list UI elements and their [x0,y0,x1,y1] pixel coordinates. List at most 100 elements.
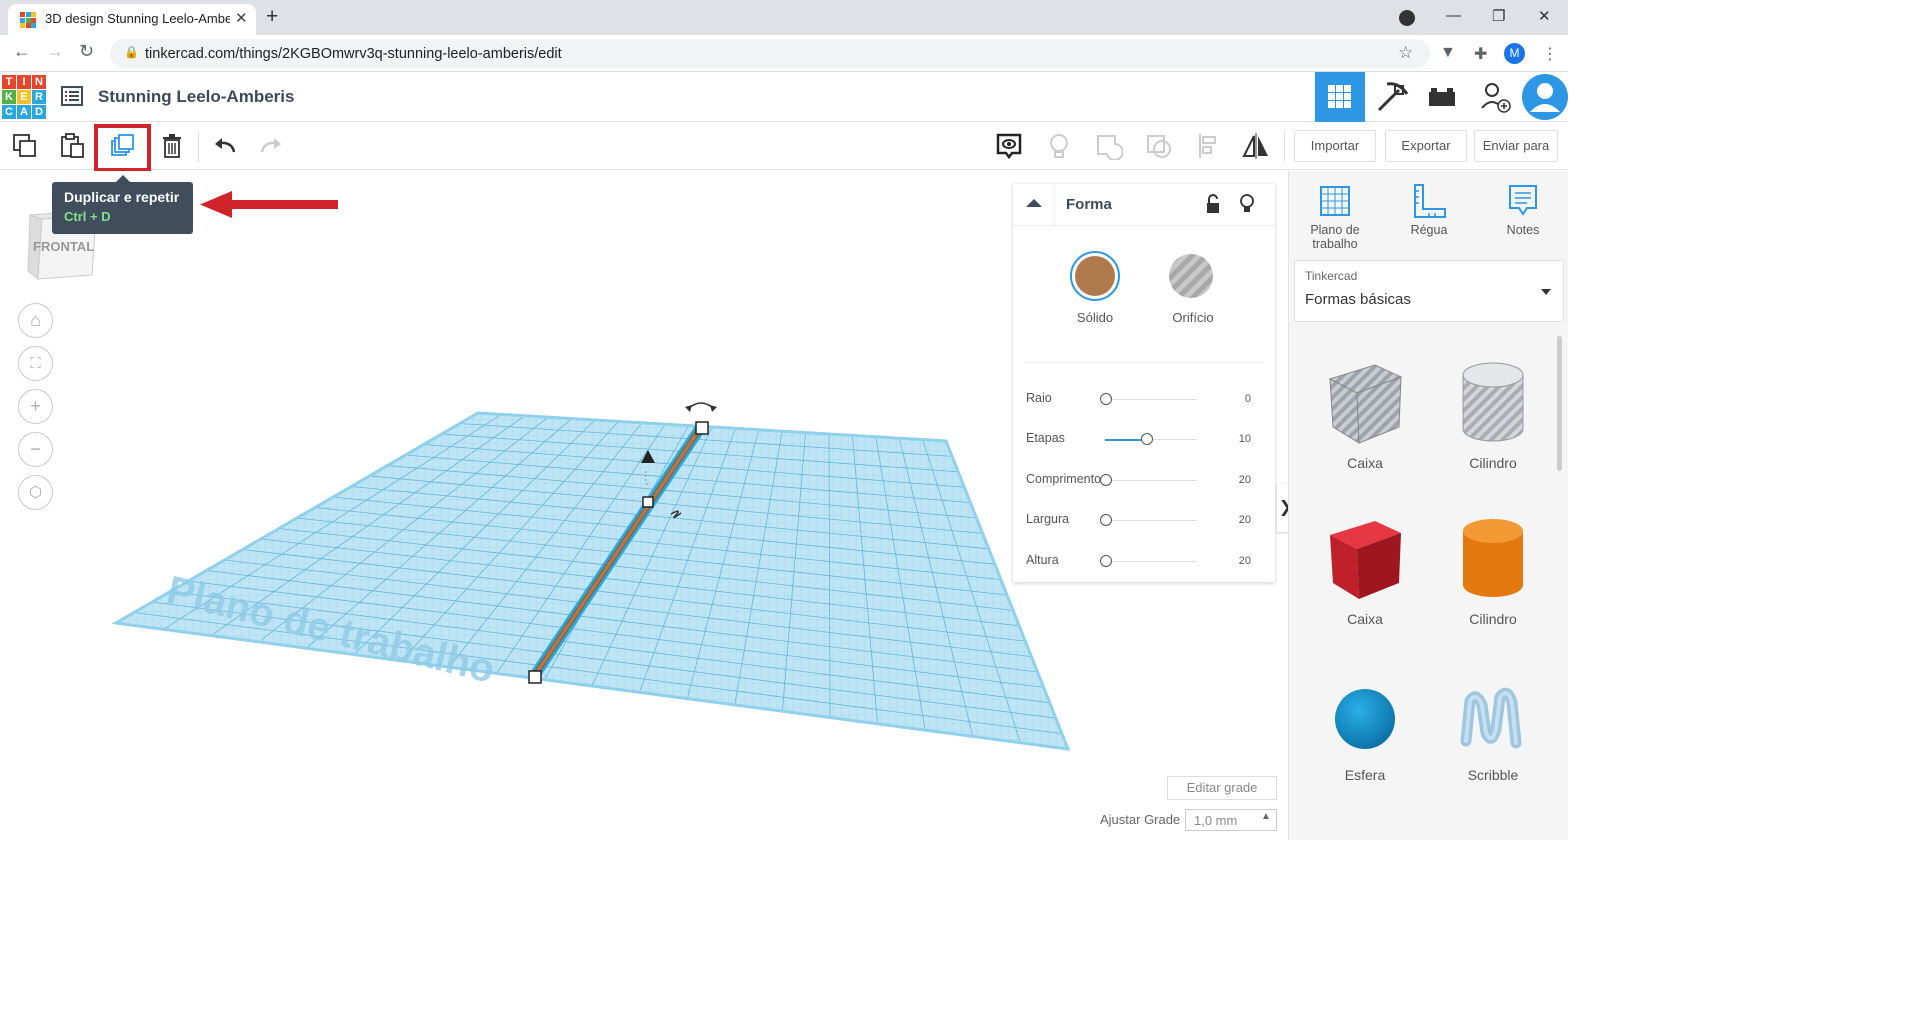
zoom-in-button[interactable]: + [18,389,53,424]
cube-icon: ⬡ [28,484,43,501]
ungroup-button[interactable] [1133,122,1183,170]
perspective-button[interactable]: ⬡ [18,475,53,510]
unlock-icon[interactable] [1205,194,1221,214]
param-slider-track[interactable] [1105,520,1197,521]
zoom-out-button[interactable]: − [18,432,53,467]
caret-up-icon: ▲ [1261,811,1271,822]
app-header: T I N K E R C A D Stunning Leelo-Amberis [0,72,1568,122]
param-value[interactable]: 20 [1227,555,1251,567]
paste-icon [61,133,84,158]
resize-handle[interactable] [695,421,709,435]
notes-toggle-button[interactable] [983,122,1033,170]
fit-view-button[interactable]: ⛶ [18,346,53,381]
ruler-tool[interactable]: Régua [1384,183,1474,237]
cylinder-orange-icon [1463,519,1523,597]
param-slider-knob[interactable] [1141,433,1154,445]
import-button[interactable]: Importar [1294,130,1376,162]
shape-cylinder-hole[interactable]: Cilindro [1438,357,1548,471]
delete-button[interactable] [148,122,196,170]
home-icon: ⌂ [30,310,41,330]
shape-label: Cilindro [1469,611,1517,627]
bricks-icon[interactable] [1417,72,1467,122]
solid-color-swatch[interactable] [1070,251,1120,301]
shape-sphere[interactable]: Esfera [1310,679,1420,783]
show-all-button[interactable] [1033,122,1083,170]
shape-cylinder[interactable]: Cilindro [1438,513,1548,627]
resize-handle[interactable] [528,670,542,684]
param-slider-knob[interactable] [1100,555,1112,567]
group-icon [1097,135,1123,160]
shape-scribble[interactable]: Scribble [1438,679,1548,783]
paste-button[interactable] [48,122,96,170]
url-bar[interactable]: 🔒 tinkercad.com/things/2KGBOmwrv3q-stunn… [110,39,1430,68]
group-button[interactable] [1083,122,1133,170]
hole-swatch[interactable] [1169,254,1213,298]
copy-button[interactable] [0,122,48,170]
window-close-icon[interactable]: ✕ [1538,7,1551,25]
param-value[interactable]: 0 [1227,393,1251,405]
view-cube-label: FRONTAL [33,239,94,254]
tab-close-icon[interactable]: ✕ [235,9,248,27]
shape-box[interactable]: Caixa [1310,513,1420,627]
notes-icon [1509,185,1537,216]
minus-icon: − [30,439,41,459]
ruler-icon [1414,184,1446,218]
collapse-inspector-button[interactable] [1013,184,1055,226]
tooltip-title: Duplicar e repetir [64,189,180,205]
restore-icon[interactable]: ❐ [1492,7,1505,25]
box-red-icon [1330,521,1401,599]
lightbulb-icon[interactable] [1239,193,1255,215]
resize-handle[interactable] [642,496,654,508]
minimize-icon[interactable]: — [1446,7,1461,24]
workplane-tool[interactable]: Plano de trabalho [1290,183,1380,251]
shape-box-hole[interactable]: Caixa [1310,357,1420,471]
param-value[interactable]: 10 [1227,433,1251,445]
align-button[interactable] [1183,122,1233,170]
notes-tool[interactable]: Notes [1478,183,1568,237]
tinkercad-logo[interactable]: T I N K E R C A D [2,75,47,120]
forward-icon[interactable]: → [46,41,64,62]
param-slider-track[interactable] [1105,399,1197,400]
panel-scrollbar[interactable] [1557,336,1562,471]
param-slider-knob[interactable] [1100,474,1112,486]
home-view-button[interactable]: ⌂ [18,303,53,338]
bookmark-star-icon[interactable]: ☆ [1398,43,1413,63]
param-label: Raio [1026,391,1052,405]
param-slider-track[interactable] [1105,480,1197,481]
browser-tab[interactable]: 3D design Stunning Leelo-Amberis ✕ [8,4,256,35]
param-value[interactable]: 20 [1227,514,1251,526]
redo-button[interactable] [246,122,294,170]
new-tab-icon[interactable]: + [266,5,278,29]
invite-user-icon[interactable] [1470,72,1520,122]
duplicate-highlight-box [94,124,151,172]
extension-filter-icon[interactable]: ▼ [1440,44,1456,62]
rotate-handle-icon[interactable] [687,402,715,410]
speech-eye-icon [996,133,1022,160]
mirror-button[interactable] [1230,122,1280,170]
param-slider-knob[interactable] [1100,514,1112,526]
shape-library-select[interactable]: Tinkercad Formas básicas [1294,260,1564,322]
tab-search-icon[interactable] [1399,10,1415,26]
param-value[interactable]: 20 [1227,474,1251,486]
snap-grid-select[interactable]: 1,0 mm ▲ [1185,809,1277,831]
export-button[interactable]: Exportar [1385,130,1467,162]
pickaxe-icon[interactable] [1367,72,1417,122]
shape-label: Esfera [1344,767,1386,783]
library-provider: Tinkercad [1305,269,1358,283]
reload-icon[interactable]: ↻ [79,41,94,62]
design-title[interactable]: Stunning Leelo-Amberis [98,87,294,107]
back-icon[interactable]: ← [13,41,31,62]
browser-menu-icon[interactable]: ⋮ [1542,44,1558,64]
param-slider-knob[interactable] [1100,393,1112,405]
edit-grid-button[interactable]: Editar grade [1167,776,1277,800]
extensions-puzzle-icon[interactable]: ✚ [1474,44,1487,64]
send-to-button[interactable]: Enviar para [1474,130,1558,162]
3d-view-button[interactable] [1315,72,1365,122]
user-avatar[interactable] [1520,72,1568,122]
param-slider-fill [1105,439,1147,441]
caret-down-icon [1541,289,1551,295]
design-list-icon[interactable] [61,86,83,106]
param-slider-track[interactable] [1105,561,1197,562]
profile-avatar[interactable]: M [1504,43,1525,64]
undo-button[interactable] [200,122,248,170]
